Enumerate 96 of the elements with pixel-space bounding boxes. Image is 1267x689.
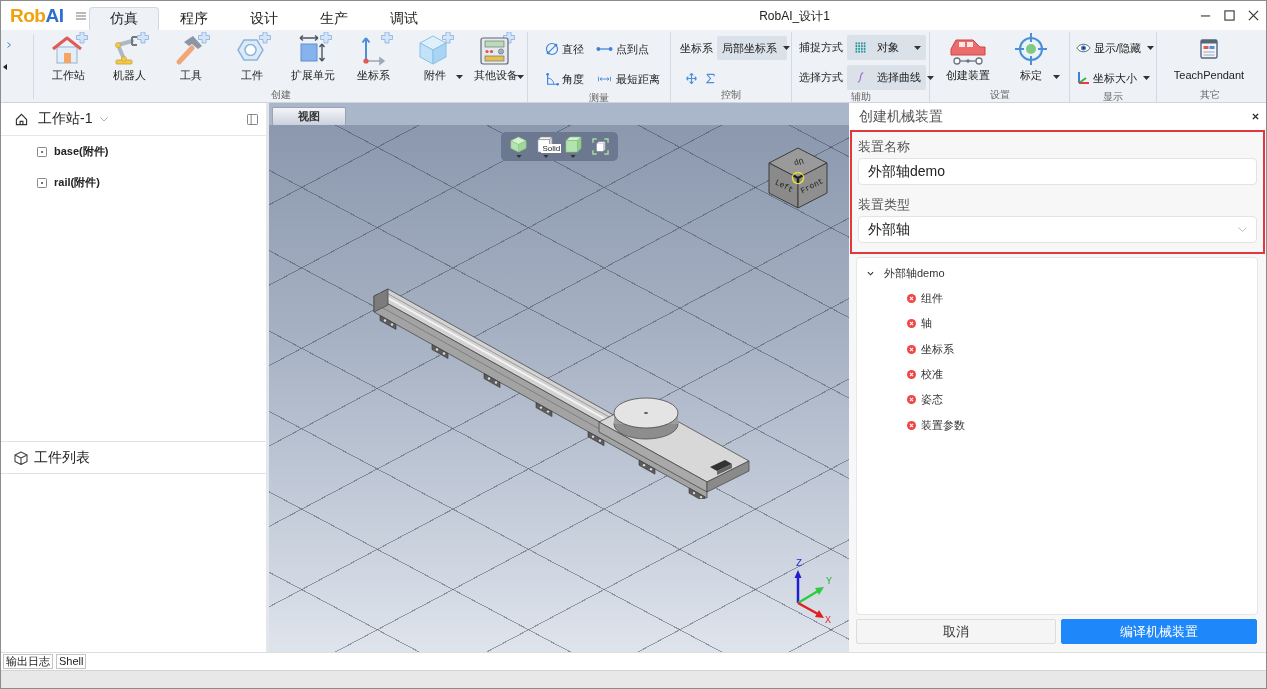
coordinate-dropdown[interactable]: 局部坐标系 <box>717 36 787 60</box>
tree-node[interactable]: 装置参数 <box>857 412 1257 438</box>
toolbar-button[interactable]: 扩展单元 <box>282 32 343 84</box>
field-label: 捕捉方式 <box>799 40 843 55</box>
close-icon[interactable] <box>1248 10 1259 21</box>
toolbar-button[interactable]: 工件 <box>221 32 282 84</box>
panel-tab[interactable]: Shell <box>56 654 87 669</box>
tree-node[interactable]: 坐标系 <box>857 336 1257 362</box>
field-label: 装置名称 <box>858 138 911 156</box>
shaded-cube-icon[interactable] <box>510 135 528 153</box>
menu-tab[interactable]: 调试 <box>369 7 439 30</box>
mode-label: Solid <box>541 143 562 153</box>
axis-label: X <box>825 615 831 626</box>
cube-face-label: Left <box>773 177 795 195</box>
field-label: 坐标系 <box>680 40 713 56</box>
sigma-icon[interactable] <box>705 73 716 84</box>
toolbar-button[interactable]: 创建装置 <box>936 32 999 84</box>
panel-title: 创建机械装置 <box>859 107 943 126</box>
expand-right-icon[interactable] <box>7 42 11 48</box>
toolbar-button[interactable]: 最短距离 <box>596 67 660 91</box>
chevron-down-icon <box>1238 227 1247 232</box>
toolbar-button[interactable]: 工具 <box>160 32 221 84</box>
toolbar-button[interactable]: 标定 <box>999 32 1062 84</box>
diameter-icon <box>545 42 559 56</box>
caret-icon <box>927 75 934 80</box>
app-logo: RobAI <box>10 4 64 27</box>
field-label: 装置类型 <box>858 196 911 214</box>
menu-tab[interactable]: 程序 <box>159 7 229 30</box>
toolbar-button[interactable]: 附件 <box>404 32 465 84</box>
dot-grid-icon <box>855 42 866 53</box>
toolbar-button[interactable]: 工作站 <box>38 32 99 84</box>
distance-icon <box>596 76 613 82</box>
chevron-down-icon <box>100 116 109 122</box>
toolbar-button[interactable]: TeachPendant <box>1162 32 1256 84</box>
toolbar-button[interactable]: 坐标系 <box>343 32 404 84</box>
move-icon[interactable] <box>686 73 697 84</box>
point-to-point-icon <box>596 46 613 52</box>
fit-view-icon[interactable] <box>591 138 609 155</box>
home-icon[interactable] <box>15 112 28 126</box>
type-select-field[interactable]: 外部轴 <box>858 216 1257 243</box>
tree-node[interactable]: 外部轴demo <box>857 261 1257 286</box>
group-label: 辅助 <box>850 90 871 104</box>
tree-item[interactable]: base(附件) <box>1 136 266 167</box>
collapse-left-icon[interactable] <box>3 64 7 70</box>
node-icon <box>37 177 47 188</box>
compile-button[interactable]: 编译机械装置 <box>1061 619 1257 644</box>
maximize-icon[interactable] <box>1224 10 1235 21</box>
curve-icon <box>855 72 866 83</box>
angle-icon <box>545 72 559 86</box>
window-title: RobAI_设计1 <box>759 9 830 23</box>
node-icon <box>37 146 47 157</box>
cancel-button[interactable]: 取消 <box>856 619 1056 644</box>
group-label: 显示 <box>1103 90 1123 104</box>
toolbar-button[interactable]: 机器人 <box>99 32 160 84</box>
toolbar-button[interactable]: 点到点 <box>596 37 660 61</box>
toolbar-button[interactable]: 角度 <box>545 67 584 91</box>
toolbar-button[interactable]: 直径 <box>545 37 584 61</box>
eye-icon <box>1076 43 1091 53</box>
cube-face-label: Up <box>792 156 805 169</box>
tree-node[interactable]: 轴 <box>857 311 1257 337</box>
workstation-dropdown[interactable]: 工作站-1 <box>38 110 109 128</box>
pendant-screen-icon <box>1200 39 1218 59</box>
z-axis-arrow <box>794 570 802 603</box>
group-label: 设置 <box>989 88 1010 102</box>
field-label: 选择方式 <box>799 70 843 85</box>
select-dropdown[interactable]: 对象 <box>847 35 926 60</box>
toolbar-button[interactable]: 坐标大小 <box>1076 66 1156 90</box>
projection-cube-icon[interactable] <box>564 135 582 153</box>
tree-node[interactable]: 姿态 <box>857 387 1257 413</box>
menu-tab[interactable]: 设计 <box>229 7 299 30</box>
panel-toggle-icon[interactable] <box>247 113 258 125</box>
toolbar-button[interactable]: 显示/隐藏 <box>1076 36 1156 60</box>
axis-label: Y <box>826 576 832 587</box>
name-input-field[interactable]: 外部轴demo <box>858 158 1257 185</box>
cube-icon <box>14 450 28 465</box>
caret-icon <box>783 46 790 50</box>
view-tab[interactable]: 视图 <box>272 106 346 126</box>
caret-icon <box>914 45 921 50</box>
group-label: 其它 <box>1200 88 1220 102</box>
toolbar-button[interactable]: 其他设备 <box>465 32 526 84</box>
panel-title: 工件列表 <box>34 448 90 467</box>
menu-tab[interactable]: 生产 <box>299 7 369 30</box>
axes-icon <box>1076 71 1090 85</box>
close-icon[interactable] <box>1252 113 1259 120</box>
tree-node[interactable]: 组件 <box>857 286 1257 312</box>
tree-node[interactable]: 校准 <box>857 361 1257 388</box>
group-label: 测量 <box>589 91 609 105</box>
group-label: 创建 <box>270 88 291 102</box>
y-axis-arrow <box>797 587 824 605</box>
axis-label: Z <box>796 558 802 569</box>
x-axis-arrow <box>797 601 824 618</box>
group-label: 控制 <box>721 88 741 102</box>
panel-tab[interactable]: 输出日志 <box>3 654 53 669</box>
view-cube[interactable] <box>768 147 828 209</box>
menu-tab[interactable]: 仿真 <box>89 7 159 30</box>
tree-item[interactable]: rail(附件) <box>1 167 266 198</box>
